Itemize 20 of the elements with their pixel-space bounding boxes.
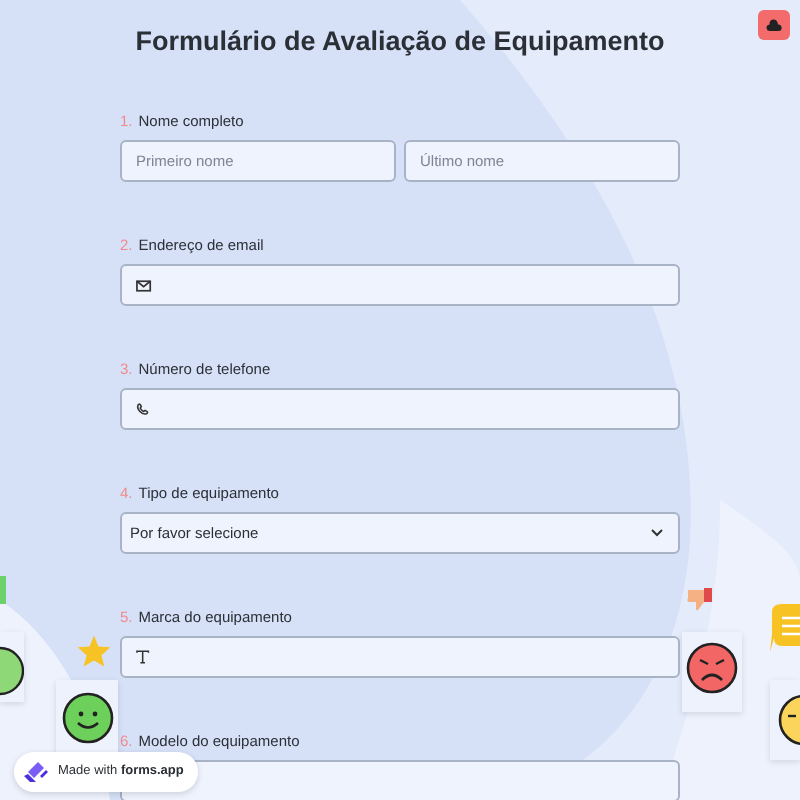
smiley-icon <box>62 692 114 744</box>
download-button[interactable] <box>758 10 790 40</box>
mail-icon <box>136 279 152 292</box>
text-field[interactable] <box>120 636 680 679</box>
form-title: Formulário de Avaliação de Equipamento <box>133 26 667 59</box>
neutral-face-icon <box>778 694 800 746</box>
text-field[interactable] <box>120 264 680 307</box>
chevron-down-icon <box>650 528 664 539</box>
text-icon <box>136 650 150 665</box>
thumbs-down-icon <box>686 588 714 612</box>
phone-icon <box>136 402 150 417</box>
text-field[interactable] <box>120 388 680 431</box>
star-icon <box>76 634 112 668</box>
angry-face-icon <box>686 642 738 694</box>
chat-bubble-icon <box>770 602 800 654</box>
cloud-icon <box>766 18 782 32</box>
logo-icon <box>22 758 50 786</box>
smiley-icon <box>0 646 24 696</box>
sticker-icon <box>0 576 6 604</box>
text-field[interactable] <box>120 760 680 800</box>
